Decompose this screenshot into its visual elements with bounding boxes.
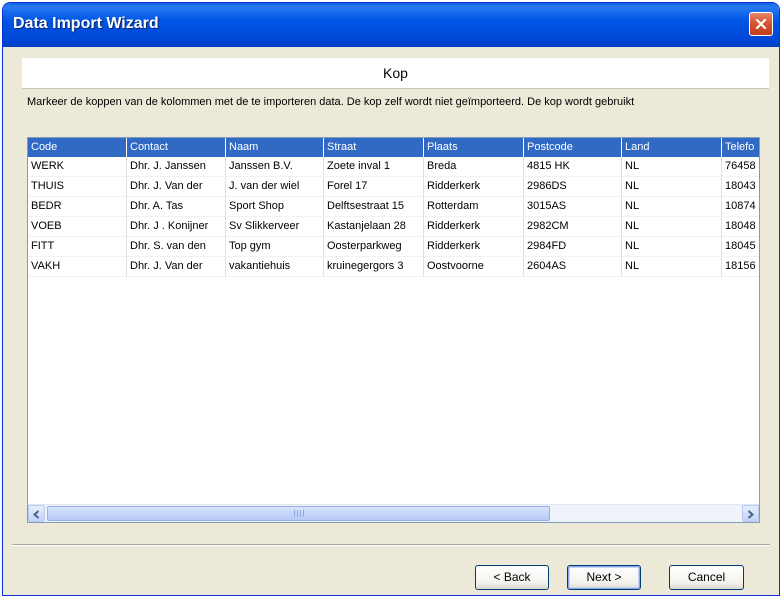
- column-header[interactable]: Postcode: [524, 138, 622, 157]
- column-header[interactable]: Contact: [127, 138, 226, 157]
- table-cell: 18043: [722, 177, 759, 197]
- table-cell: WERK: [28, 157, 127, 177]
- table-cell: Dhr. A. Tas: [127, 197, 226, 217]
- table-row[interactable]: WERK Dhr. J. Janssen Janssen B.V. Zoete inv…: [28, 157, 759, 177]
- table-cell: 18156: [722, 257, 759, 277]
- title-bar[interactable]: Data Import Wizard: [3, 3, 779, 47]
- close-icon: [755, 18, 767, 30]
- column-header[interactable]: Telefo: [722, 138, 759, 157]
- table-cell: Dhr. J. Van der: [127, 177, 226, 197]
- table-cell: Sport Shop: [226, 197, 324, 217]
- table-cell: Delftsestraat 15: [324, 197, 424, 217]
- table-cell: Dhr. J. Van der: [127, 257, 226, 277]
- table-cell: 10874: [722, 197, 759, 217]
- table-cell: Ridderkerk: [424, 237, 524, 257]
- table-cell: Breda: [424, 157, 524, 177]
- horizontal-scrollbar[interactable]: [28, 504, 759, 522]
- table-cell: 2984FD: [524, 237, 622, 257]
- table-row[interactable]: BEDR Dhr. A. Tas Sport Shop Delftsestraat 1…: [28, 197, 759, 217]
- table-cell: Forel 17: [324, 177, 424, 197]
- table-cell: NL: [622, 157, 722, 177]
- dialog-body: Kop Markeer de koppen van de kolommen me…: [6, 47, 776, 592]
- table-cell: NL: [622, 217, 722, 237]
- table-cell: vakantiehuis: [226, 257, 324, 277]
- column-header[interactable]: Naam: [226, 138, 324, 157]
- arrow-right-icon: [747, 504, 755, 522]
- table-cell: Top gym: [226, 237, 324, 257]
- instructions-text: Markeer de koppen van de kolommen met de…: [27, 96, 635, 108]
- table-cell: FITT: [28, 237, 127, 257]
- window-title: Data Import Wizard: [13, 15, 159, 32]
- column-header[interactable]: Land: [622, 138, 722, 157]
- table-cell: 3015AS: [524, 197, 622, 217]
- column-header[interactable]: Straat: [324, 138, 424, 157]
- grid-header-row: Code Contact Naam Straat Plaats Postcode Land T…: [28, 138, 759, 158]
- table-cell: Ridderkerk: [424, 217, 524, 237]
- table-cell: 18048: [722, 217, 759, 237]
- table-cell: Zoete inval 1: [324, 157, 424, 177]
- cancel-button[interactable]: Cancel: [669, 565, 744, 590]
- arrow-left-icon: [32, 504, 40, 522]
- table-cell: Sv Slikkerveer: [226, 217, 324, 237]
- table-cell: NL: [622, 177, 722, 197]
- table-cell: 76458: [722, 157, 759, 177]
- table-cell: NL: [622, 197, 722, 217]
- table-cell: Janssen B.V.: [226, 157, 324, 177]
- table-cell: J. van der wiel: [226, 177, 324, 197]
- column-header[interactable]: Code: [28, 138, 127, 157]
- table-cell: VAKH: [28, 257, 127, 277]
- next-button[interactable]: Next >: [567, 565, 641, 590]
- table-cell: Dhr. J . Konijner: [127, 217, 226, 237]
- grid-body: WERK Dhr. J. Janssen Janssen B.V. Zoete inv…: [28, 157, 759, 277]
- button-separator: [12, 544, 770, 546]
- step-title: Kop: [383, 65, 408, 81]
- table-cell: Oostvoorne: [424, 257, 524, 277]
- table-cell: VOEB: [28, 217, 127, 237]
- close-button[interactable]: [749, 12, 773, 36]
- table-row[interactable]: THUIS Dhr. J. Van der J. van der wiel Forel…: [28, 177, 759, 197]
- wizard-window: Data Import Wizard Kop Markeer de koppen…: [2, 2, 780, 596]
- scroll-right-button[interactable]: [742, 505, 759, 522]
- table-cell: THUIS: [28, 177, 127, 197]
- table-cell: Dhr. J. Janssen: [127, 157, 226, 177]
- table-row[interactable]: FITT Dhr. S. van den Top gym Oosterparkweg R…: [28, 237, 759, 257]
- table-cell: NL: [622, 237, 722, 257]
- back-button[interactable]: < Back: [475, 565, 549, 590]
- table-row[interactable]: VAKH Dhr. J. Van der vakantiehuis kruineger…: [28, 257, 759, 277]
- table-cell: 18045: [722, 237, 759, 257]
- table-cell: NL: [622, 257, 722, 277]
- table-cell: Dhr. S. van den: [127, 237, 226, 257]
- table-cell: Ridderkerk: [424, 177, 524, 197]
- scroll-left-button[interactable]: [28, 505, 45, 522]
- table-cell: 2604AS: [524, 257, 622, 277]
- table-cell: BEDR: [28, 197, 127, 217]
- step-header: Kop: [22, 58, 769, 89]
- table-cell: 2986DS: [524, 177, 622, 197]
- data-grid[interactable]: Code Contact Naam Straat Plaats Postcode Land T…: [27, 137, 760, 523]
- table-row[interactable]: VOEB Dhr. J . Konijner Sv Slikkerveer Kasta…: [28, 217, 759, 237]
- scrollbar-thumb[interactable]: [47, 506, 550, 521]
- table-cell: Oosterparkweg: [324, 237, 424, 257]
- grip-icon: [293, 510, 304, 517]
- table-cell: Rotterdam: [424, 197, 524, 217]
- column-header[interactable]: Plaats: [424, 138, 524, 157]
- table-cell: 2982CM: [524, 217, 622, 237]
- table-cell: 4815 HK: [524, 157, 622, 177]
- table-cell: kruinegergors 3: [324, 257, 424, 277]
- table-cell: Kastanjelaan 28: [324, 217, 424, 237]
